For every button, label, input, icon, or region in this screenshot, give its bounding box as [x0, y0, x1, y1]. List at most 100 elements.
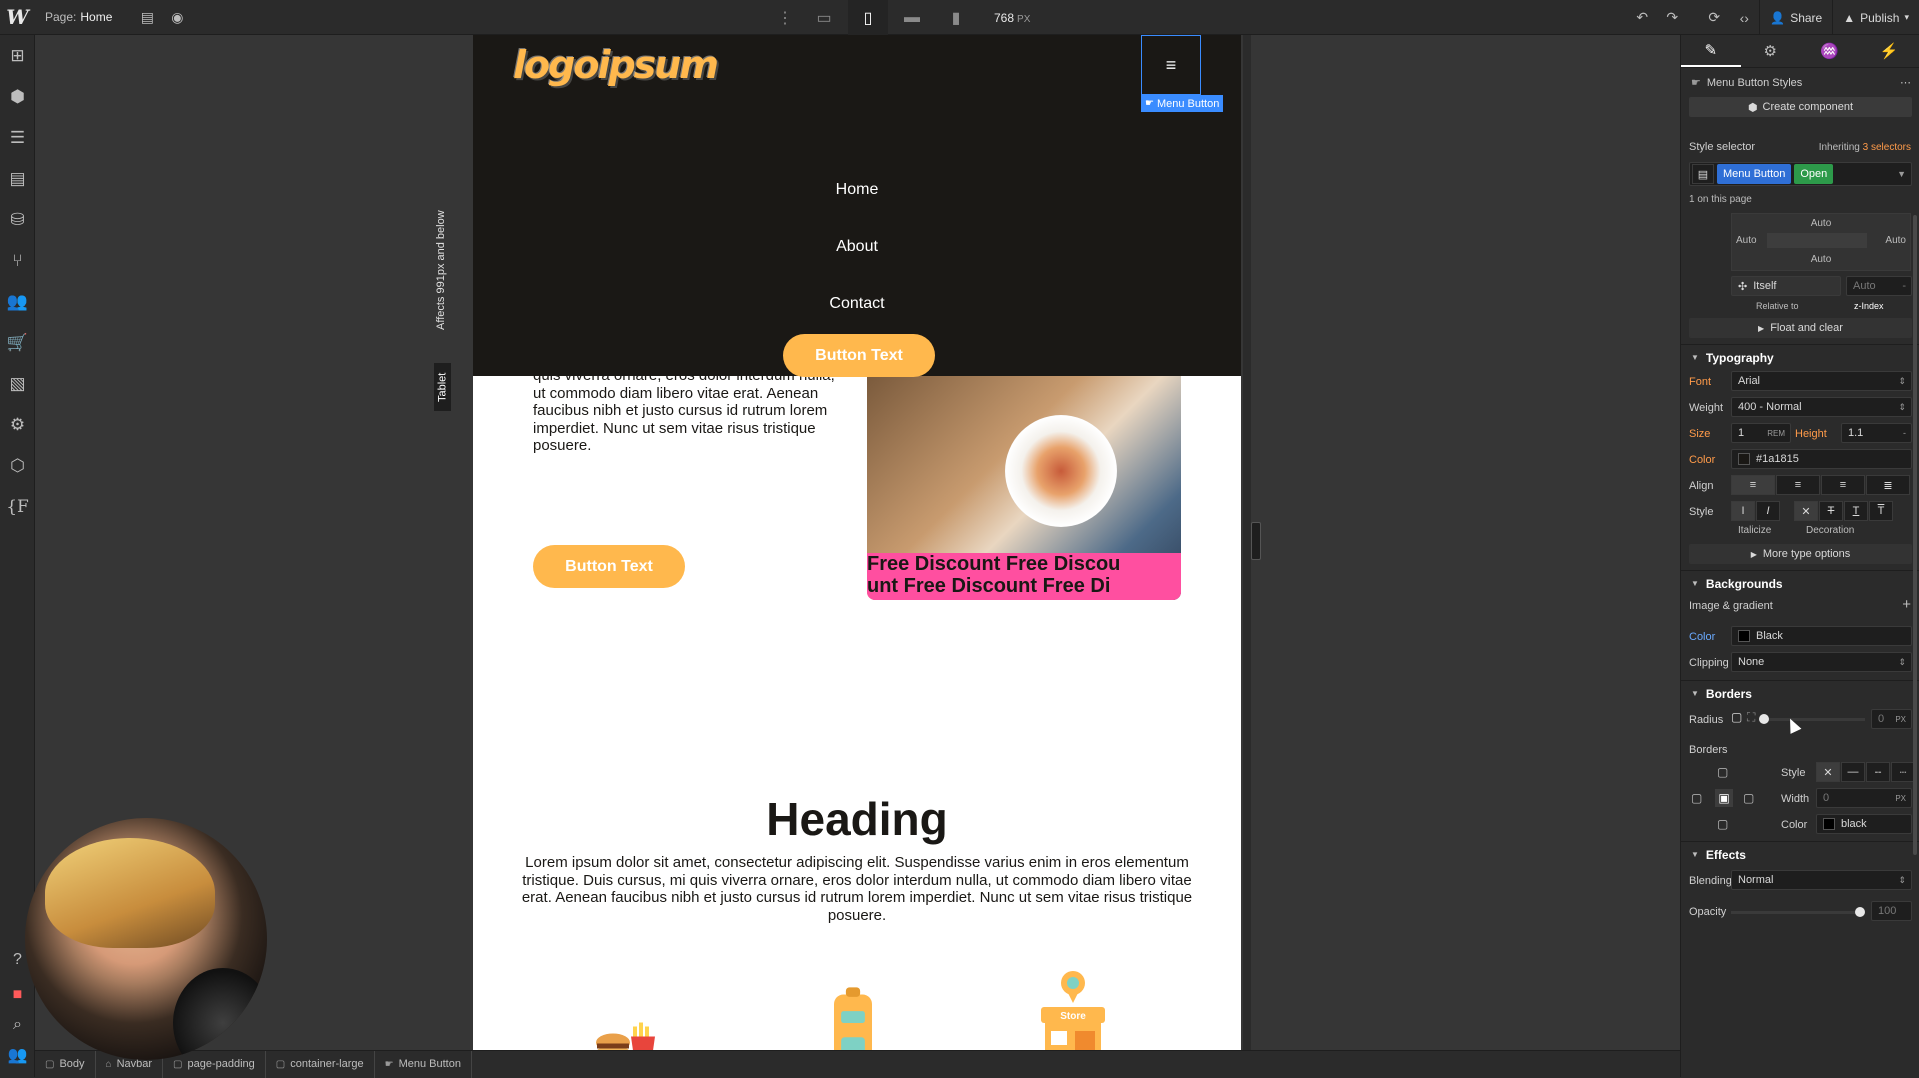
breadcrumb-menu-button[interactable]: ☛Menu Button: [375, 1051, 472, 1078]
align-right-icon[interactable]: ≡: [1821, 475, 1865, 495]
share-button[interactable]: 👤Share: [1759, 0, 1832, 35]
cms-icon[interactable]: ⛁: [0, 199, 35, 240]
line-height-input[interactable]: 1.1-: [1841, 423, 1912, 443]
opacity-input[interactable]: 100: [1871, 901, 1912, 921]
hero-cta-button[interactable]: Button Text: [533, 545, 685, 588]
position-top[interactable]: Auto: [1732, 218, 1910, 229]
mobile-portrait-icon[interactable]: ▮: [936, 0, 976, 35]
border-bottom-icon[interactable]: ▢: [1717, 817, 1728, 831]
no-decoration-icon[interactable]: ✕: [1794, 501, 1818, 521]
pages-icon[interactable]: ▤: [0, 158, 35, 199]
border-top-icon[interactable]: ▢: [1717, 765, 1728, 779]
navbar[interactable]: logoipsum ≡ ☛Menu Button Home About Cont…: [473, 35, 1241, 376]
settings-gear-icon[interactable]: ⚙: [0, 404, 35, 445]
desktop-breakpoint-icon[interactable]: ▭: [804, 0, 844, 35]
more-options-icon[interactable]: ⋮: [770, 0, 800, 35]
border-dashed-icon[interactable]: ╌: [1866, 762, 1890, 782]
size-input[interactable]: 1REM: [1731, 423, 1791, 443]
border-right-icon[interactable]: ▢: [1743, 791, 1754, 805]
breadcrumb-body[interactable]: ▢Body: [35, 1051, 96, 1078]
float-clear-toggle[interactable]: ▶Float and clear: [1689, 318, 1912, 338]
size-unit[interactable]: REM: [1767, 429, 1785, 438]
team-icon[interactable]: 👥: [0, 1040, 35, 1070]
border-none-icon[interactable]: ✕: [1816, 762, 1840, 782]
ecommerce-icon[interactable]: 🛒: [0, 322, 35, 363]
search-icon[interactable]: ⌕: [0, 1010, 35, 1040]
nav-link-about[interactable]: About: [473, 238, 1241, 256]
add-elements-icon[interactable]: ⊞: [0, 35, 35, 76]
border-width-unit[interactable]: PX: [1895, 794, 1906, 803]
radius-input[interactable]: 0PX: [1871, 709, 1912, 729]
blending-select[interactable]: Normal⇕: [1731, 870, 1912, 890]
more-options-icon[interactable]: ⋯: [1900, 76, 1911, 89]
opacity-slider[interactable]: [1731, 911, 1861, 914]
radius-individual-icon[interactable]: ⛶: [1747, 710, 1755, 725]
border-left-icon[interactable]: ▢: [1691, 791, 1702, 805]
selector-tag-menu-button[interactable]: Menu Button: [1717, 164, 1791, 184]
selector-tag-open[interactable]: Open: [1794, 164, 1833, 184]
publish-button[interactable]: ▲Publish▾: [1832, 0, 1919, 35]
create-component-button[interactable]: ⬢Create component: [1689, 97, 1912, 117]
element-settings-gear-icon[interactable]: ⚙: [1741, 35, 1801, 67]
opacity-slider-thumb[interactable]: [1855, 907, 1865, 917]
menu-button[interactable]: ≡: [1141, 35, 1201, 95]
viewport-resize-handle[interactable]: [1251, 522, 1261, 560]
position-bottom[interactable]: Auto: [1732, 254, 1910, 265]
bg-color-input[interactable]: Black: [1731, 626, 1912, 646]
align-justify-icon[interactable]: ≣: [1866, 475, 1910, 495]
undo-icon[interactable]: ↶: [1627, 0, 1657, 35]
text-color-input[interactable]: #1a1815: [1731, 449, 1912, 469]
panel-scrollbar[interactable]: [1913, 215, 1917, 855]
breakpoint-tab[interactable]: Tablet: [434, 363, 451, 411]
border-color-swatch[interactable]: [1823, 818, 1835, 830]
nav-link-home[interactable]: Home: [473, 181, 1241, 199]
interactions-bolt-icon[interactable]: ⚡: [1860, 35, 1919, 67]
chevron-down-icon[interactable]: ▼: [1897, 169, 1906, 179]
bg-color-swatch[interactable]: [1738, 630, 1750, 642]
radius-slider-thumb[interactable]: [1759, 714, 1769, 724]
assets-icon[interactable]: ▧: [0, 363, 35, 404]
mobile-landscape-icon[interactable]: ▬: [892, 0, 932, 35]
style-brush-icon[interactable]: ✎: [1681, 35, 1741, 67]
navigator-icon[interactable]: ☰: [0, 117, 35, 158]
page-selector[interactable]: Page:Home: [45, 10, 112, 24]
webflow-logo[interactable]: W: [0, 0, 35, 35]
apps-icon[interactable]: ⬡: [0, 445, 35, 486]
position-left[interactable]: Auto: [1736, 235, 1757, 246]
variables-icon[interactable]: {F: [0, 486, 35, 527]
more-type-options-toggle[interactable]: ▶More type options: [1689, 544, 1912, 564]
z-index-input[interactable]: Auto-: [1846, 276, 1912, 296]
line-height-unit[interactable]: -: [1903, 428, 1906, 438]
position-right[interactable]: Auto: [1885, 235, 1906, 246]
border-width-input[interactable]: 0PX: [1816, 788, 1912, 808]
typography-section-header[interactable]: ▼Typography: [1681, 344, 1919, 370]
nav-link-contact[interactable]: Contact: [473, 295, 1241, 313]
border-color-input[interactable]: black: [1816, 814, 1912, 834]
italic-style-icon[interactable]: I: [1756, 501, 1780, 521]
border-dotted-icon[interactable]: ┈: [1891, 762, 1915, 782]
regular-style-icon[interactable]: I: [1731, 501, 1755, 521]
style-manager-drops-icon[interactable]: ♒: [1800, 35, 1860, 67]
redo-icon[interactable]: ↷: [1657, 0, 1687, 35]
tablet-breakpoint-icon[interactable]: ▯: [848, 0, 888, 35]
comments-icon[interactable]: ▤: [132, 0, 162, 35]
designer-canvas[interactable]: Affects 991px and below Tablet logoipsum…: [35, 35, 1680, 1050]
tablet-viewport[interactable]: logoipsum ≡ ☛Menu Button Home About Cont…: [473, 35, 1241, 1050]
breadcrumb-container-large[interactable]: ▢container-large: [266, 1051, 375, 1078]
inheriting-info[interactable]: Inheriting 3 selectors: [1819, 142, 1911, 153]
underline-icon[interactable]: T: [1844, 501, 1868, 521]
site-logo[interactable]: logoipsum: [513, 43, 717, 87]
align-center-icon[interactable]: ≡: [1776, 475, 1820, 495]
record-icon[interactable]: ■: [0, 980, 35, 1010]
overline-icon[interactable]: T: [1869, 501, 1893, 521]
components-icon[interactable]: ⬢: [0, 76, 35, 117]
radius-slider[interactable]: [1763, 718, 1865, 721]
font-select[interactable]: Arial⇕: [1731, 371, 1912, 391]
borders-section-header[interactable]: ▼Borders: [1681, 680, 1919, 706]
clipping-select[interactable]: None⇕: [1731, 652, 1912, 672]
add-background-icon[interactable]: +: [1902, 596, 1911, 613]
selector-field[interactable]: ▤ Menu Button Open ▼: [1689, 162, 1912, 186]
relative-to-select[interactable]: ✣Itself: [1731, 276, 1841, 296]
weight-select[interactable]: 400 - Normal⇕: [1731, 397, 1912, 417]
viewport-scrollbar[interactable]: [1243, 35, 1251, 1050]
